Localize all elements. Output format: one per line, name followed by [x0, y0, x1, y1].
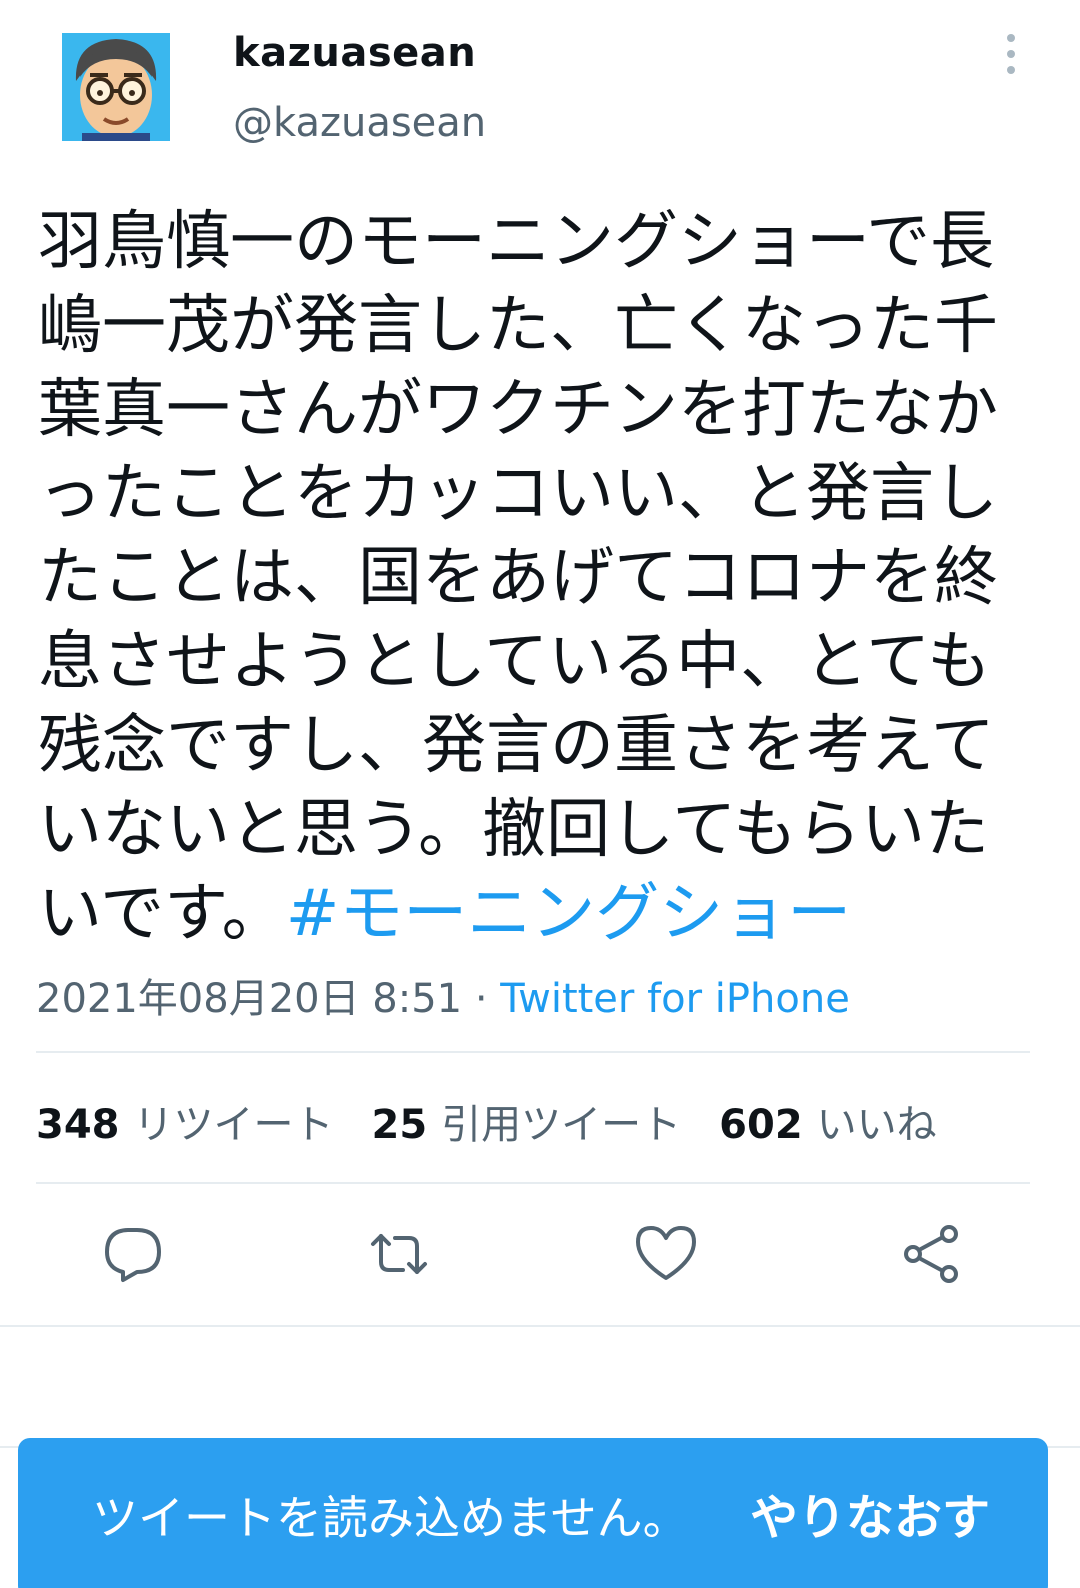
- divider: [36, 1051, 1030, 1053]
- toast-message: ツイートを読み込めません。: [92, 1491, 689, 1545]
- tweet-timestamp[interactable]: 2021年08月20日 8:51: [36, 976, 462, 1022]
- quote-count: 25: [371, 1102, 428, 1148]
- like-icon[interactable]: [634, 1222, 698, 1286]
- tweet-metadata: 2021年08月20日 8:51 · Twitter for iPhone: [36, 966, 850, 1024]
- avatar-illustration: [62, 33, 170, 141]
- user-handle[interactable]: @kazuasean: [233, 100, 486, 146]
- error-toast: ツイートを読み込めません。 やりなおす: [18, 1438, 1048, 1588]
- more-options-icon[interactable]: [1000, 34, 1022, 74]
- avatar[interactable]: [62, 33, 170, 141]
- quotes-stat[interactable]: 25 引用ツイート: [372, 1092, 682, 1150]
- like-label: いいね: [816, 1102, 937, 1148]
- likes-stat[interactable]: 602 いいね: [719, 1092, 937, 1150]
- tweet-source-link[interactable]: Twitter for iPhone: [500, 976, 850, 1022]
- retweets-stat[interactable]: 348 リツイート: [36, 1092, 334, 1150]
- like-count: 602: [719, 1102, 803, 1148]
- tweet-body-text: 羽鳥慎一のモーニングショーで長嶋一茂が発言した、亡くなった千葉真一さんがワクチン…: [38, 205, 998, 951]
- meta-separator: ·: [474, 976, 488, 1022]
- tweet-text: 羽鳥慎一のモーニングショーで長嶋一茂が発言した、亡くなった千葉真一さんがワクチン…: [38, 200, 1038, 956]
- divider: [36, 1182, 1030, 1184]
- retweet-label: リツイート: [133, 1102, 334, 1148]
- hashtag-link[interactable]: #モーニングショー: [286, 877, 852, 951]
- engagement-stats: 348 リツイート 25 引用ツイート 602 いいね: [36, 1092, 937, 1150]
- divider: [0, 1325, 1080, 1327]
- display-name[interactable]: kazuasean: [233, 30, 476, 76]
- retry-button[interactable]: やりなおす: [750, 1478, 990, 1548]
- quote-label: 引用ツイート: [441, 1102, 682, 1148]
- share-icon[interactable]: [901, 1222, 965, 1286]
- retweet-icon[interactable]: [367, 1222, 431, 1286]
- tweet-detail-page: kazuasean @kazuasean 羽鳥慎一のモーニングショーで長嶋一茂が…: [0, 0, 1080, 1588]
- reply-icon[interactable]: [101, 1222, 165, 1286]
- tweet-actions: [0, 1222, 1080, 1292]
- retweet-count: 348: [36, 1102, 120, 1148]
